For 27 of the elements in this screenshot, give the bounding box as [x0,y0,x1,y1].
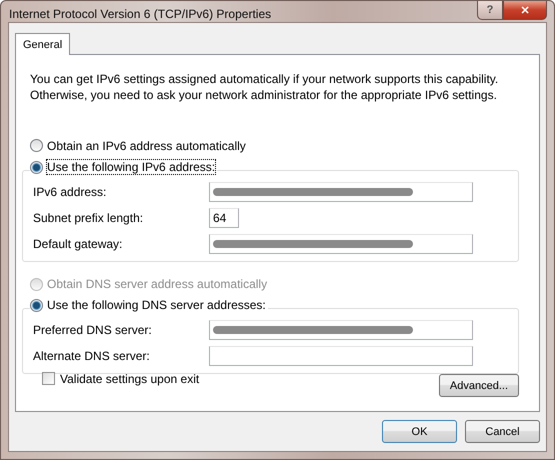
radio-button[interactable] [30,160,43,174]
window-title: Internet Protocol Version 6 (TCP/IPv6) Properties [8,6,272,21]
radio-button[interactable] [30,139,43,152]
dialog-button[interactable]: Cancel [465,420,540,443]
tab[interactable]: General [15,33,70,55]
checkbox-label: Validate settings upon exit [60,372,200,386]
field-label: Alternate DNS server: [33,349,151,364]
help-button[interactable]: ? [477,1,503,20]
field-label: Default gateway: [33,236,124,251]
input-field[interactable] [209,346,473,366]
radio-label: Use the following DNS server addresses: [47,298,266,312]
radio-button[interactable] [30,298,43,312]
field-label: Subnet prefix length: [33,210,144,225]
input-field[interactable] [209,234,473,254]
intro-text: You can get IPv6 settings assigned automatically if your network supports this capability. Otherwise, you need to ask your network administrator for the appropriate IPv6 settings. [30,71,500,103]
close-button[interactable]: ✕ [503,1,547,20]
field-label: Preferred DNS server: [33,323,153,338]
checkbox[interactable] [42,372,55,386]
radio-label: Use the following IPv6 address: [47,160,216,174]
radio-label: Obtain an IPv6 address automatically [47,138,246,153]
advanced-button[interactable]: Advanced... [438,374,519,398]
input-field[interactable]: 64 [209,208,239,228]
input-field[interactable] [209,320,473,340]
dialog-button[interactable]: OK [382,420,457,443]
radio-label: Obtain DNS server address automatically [47,277,268,291]
input-field[interactable] [209,182,473,202]
field-label: IPv6 address: [33,184,108,199]
